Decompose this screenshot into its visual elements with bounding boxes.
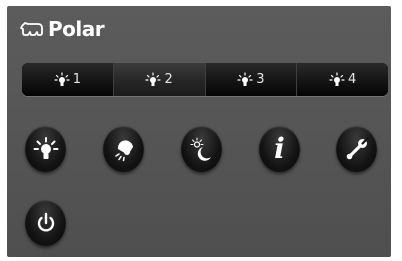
info-icon: i [274,132,285,165]
night-light-icon [114,140,133,162]
light-mode-4-tab[interactable]: 4 [296,63,388,96]
light-mode-2-tab[interactable]: 2 [112,63,205,96]
wrench-icon [346,136,369,160]
light-button[interactable] [25,126,66,172]
light-bulb-icon [33,137,58,159]
light-mode-4-label: 4 [347,72,357,87]
light-mode-selector: 1 2 3 4 [22,63,388,96]
light-bulb-icon [329,71,345,86]
power-icon [37,212,54,232]
device-screen: Polar 1 2 3 4 i [7,6,391,257]
polar-bear-icon [20,22,43,36]
night-light-button[interactable] [103,126,144,172]
settings-button[interactable] [336,126,377,172]
light-bulb-icon [145,71,162,86]
light-mode-3-tab[interactable]: 3 [204,63,297,96]
power-button[interactable] [25,200,66,246]
light-bulb-icon [54,71,70,86]
info-button[interactable]: i [259,126,300,172]
brand-name: Polar [48,17,105,41]
light-mode-1-tab[interactable]: 1 [22,63,113,96]
day-night-icon [190,137,211,161]
light-mode-1-label: 1 [72,72,82,87]
light-bulb-icon [237,71,253,86]
brand: Polar [19,17,105,41]
light-mode-2-label: 2 [164,72,173,87]
light-mode-3-label: 3 [256,72,265,87]
day-night-button[interactable] [181,126,222,172]
